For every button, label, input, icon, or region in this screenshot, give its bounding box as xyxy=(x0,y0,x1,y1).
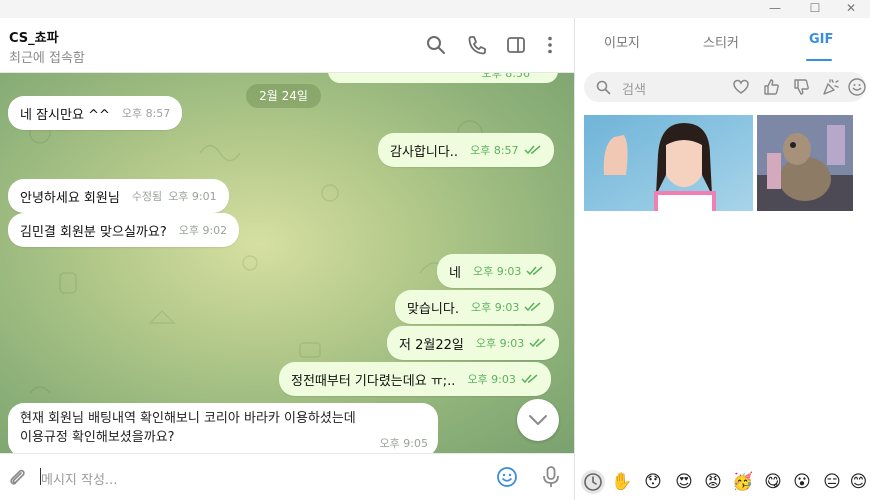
message-input[interactable]: 메시지 작성... xyxy=(41,469,117,488)
gif-thumbnail[interactable] xyxy=(584,115,753,211)
paperclip-icon[interactable] xyxy=(6,466,28,488)
emoji-angry-face[interactable]: 😡 xyxy=(701,470,725,494)
message-bubble-incoming[interactable]: 현재 회원님 배팅내역 확인해보니 코리아 바라카 이용하셨는데 이용규정 확인… xyxy=(8,403,438,453)
window-titlebar: — ☐ ✕ xyxy=(0,0,870,18)
emoji-smiling-face[interactable]: 😊 xyxy=(847,470,870,494)
party-popper-icon[interactable] xyxy=(821,77,841,97)
message-bubble-incoming[interactable]: 네 잠시만요 ^^ 오후 8:57 xyxy=(8,96,183,130)
message-time: 오후 8:57 xyxy=(121,107,171,120)
tab-emoji[interactable]: 이모지 xyxy=(604,32,640,51)
close-button[interactable]: ✕ xyxy=(836,0,866,18)
emoji-heart-eyes[interactable]: 😍 xyxy=(672,470,696,494)
emoji-expressionless[interactable]: 😑 xyxy=(820,470,844,494)
heart-icon[interactable] xyxy=(732,78,750,96)
chat-status: 최근에 접속함 xyxy=(9,51,85,66)
emoji-open-mouth[interactable]: 😮 xyxy=(790,470,814,494)
sidebar-toggle-icon[interactable] xyxy=(505,34,527,56)
message-time: 오후 8:57 xyxy=(470,144,519,157)
recent-clock-icon[interactable] xyxy=(581,470,605,494)
active-tab-indicator xyxy=(806,59,832,61)
message-text: 네 xyxy=(449,265,461,281)
message-text-line: 이용규정 확인해보셨을까요? xyxy=(20,430,175,445)
message-time: 오후 9:03 xyxy=(470,301,520,314)
message-time: 오후 8:56 xyxy=(481,73,530,80)
read-checkmark-icon xyxy=(529,338,546,348)
gif-image-animated-creature xyxy=(757,115,853,211)
gif-search-field[interactable]: 검색 xyxy=(584,72,866,102)
emoji-hushed-face[interactable]: 😯 xyxy=(641,470,665,494)
thumbs-up-icon[interactable] xyxy=(762,78,780,96)
message-text-line: 현재 회원님 배팅내역 확인해보니 코리아 바라카 이용하셨는데 xyxy=(20,411,356,426)
message-bubble-partial[interactable]: 오후 8:56 xyxy=(328,73,558,83)
message-text: 정전때부터 기다렸는데요 ㅠ;.. xyxy=(291,373,456,389)
message-text: 안녕하세요 회원님 xyxy=(20,190,120,206)
message-text: 맞습니다. xyxy=(407,301,459,317)
emoji-raised-hand[interactable]: ✋ xyxy=(610,470,634,494)
message-bubble-outgoing[interactable]: 저 2월22일 오후 9:03 xyxy=(387,326,560,360)
emoji-party-face[interactable]: 🥳 xyxy=(731,470,755,494)
message-bubble-incoming[interactable]: 안녕하세요 회원님 수정됨 오후 9:01 xyxy=(8,179,229,213)
maximize-button[interactable]: ☐ xyxy=(800,0,830,18)
read-checkmark-icon xyxy=(524,302,541,312)
minimize-button[interactable]: — xyxy=(760,0,790,18)
scroll-to-bottom-button[interactable] xyxy=(517,399,559,441)
chat-title[interactable]: CS_쵸파 xyxy=(9,27,59,46)
message-time: 오후 9:02 xyxy=(178,224,228,237)
emoji-sticker-gif-panel: 이모지 스티커 GIF 검색 ✋ 😯 😍 😡 🥳 😋 😮 😑 😊 xyxy=(575,18,870,500)
message-bubble-incoming[interactable]: 김민결 회원분 맞으실까요? 오후 9:02 xyxy=(8,213,240,247)
search-icon xyxy=(596,80,611,95)
message-time: 오후 9:05 xyxy=(379,437,428,450)
more-menu-icon[interactable] xyxy=(539,34,561,56)
date-divider: 2월 24일 xyxy=(246,84,321,108)
message-composer: 메시지 작성... xyxy=(0,453,574,500)
message-bubble-outgoing[interactable]: 감사합니다.. 오후 8:57 xyxy=(378,133,554,167)
thumbs-down-icon[interactable] xyxy=(792,78,810,96)
message-text: 김민결 회원분 맞으실까요? xyxy=(20,224,167,240)
message-text: 네 잠시만요 ^^ xyxy=(20,107,110,123)
emoji-quick-bar: ✋ 😯 😍 😡 🥳 😋 😮 😑 😊 xyxy=(575,466,870,500)
message-edited-label: 수정됨 xyxy=(131,190,163,203)
chat-header: CS_쵸파 최근에 접속함 xyxy=(0,18,574,73)
message-bubble-outgoing[interactable]: 정전때부터 기다렸는데요 ㅠ;.. 오후 9:03 xyxy=(279,362,551,396)
gif-thumbnail[interactable] xyxy=(757,115,853,211)
search-input[interactable]: 검색 xyxy=(622,79,646,98)
smiley-icon[interactable] xyxy=(847,77,867,97)
microphone-icon[interactable] xyxy=(540,465,562,489)
emoji-yum-face[interactable]: 😋 xyxy=(761,470,785,494)
message-time: 오후 9:03 xyxy=(475,337,525,350)
message-time: 오후 9:01 xyxy=(168,190,217,203)
read-checkmark-icon xyxy=(521,374,538,384)
message-time: 오후 9:03 xyxy=(472,265,522,278)
tab-stickers[interactable]: 스티커 xyxy=(703,32,739,51)
chat-messages-area[interactable]: 오후 8:56 2월 24일 네 잠시만요 ^^ 오후 8:57 감사합니다..… xyxy=(0,73,574,453)
tab-gif[interactable]: GIF xyxy=(809,32,833,47)
message-text: 감사합니다.. xyxy=(390,144,459,160)
emoji-icon[interactable] xyxy=(496,466,518,488)
chevron-down-icon xyxy=(529,415,547,425)
read-checkmark-icon xyxy=(524,145,541,155)
message-bubble-outgoing[interactable]: 맞습니다. 오후 9:03 xyxy=(395,290,555,324)
gif-image-girl-waving xyxy=(584,115,753,211)
message-text: 저 2월22일 xyxy=(399,337,464,353)
message-bubble-outgoing[interactable]: 네 오후 9:03 xyxy=(437,254,557,288)
search-icon[interactable] xyxy=(425,34,447,56)
phone-icon[interactable] xyxy=(466,34,488,56)
message-time: 오후 9:03 xyxy=(467,373,516,386)
read-checkmark-icon xyxy=(526,266,543,276)
